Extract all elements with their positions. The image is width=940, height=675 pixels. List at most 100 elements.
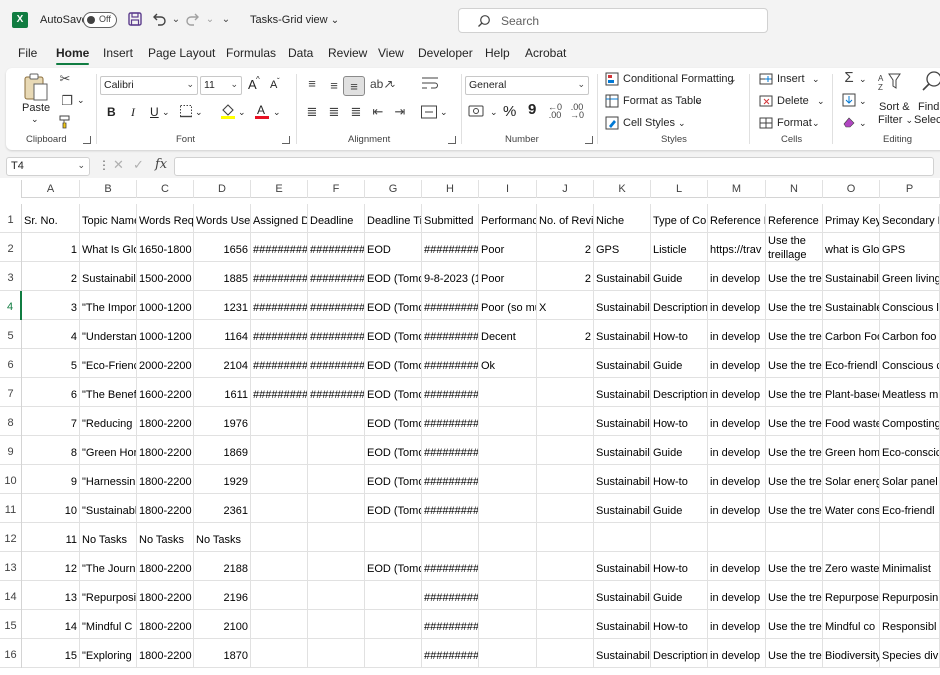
cell-p14[interactable]: Repurposin [880, 581, 940, 610]
cell-o9[interactable]: Green hom [823, 436, 880, 465]
align-middle-icon[interactable]: ≡ [326, 78, 342, 94]
cell-a6[interactable]: 5 [22, 349, 80, 378]
font-name-dropdown[interactable]: Calibri ⌄ [100, 76, 198, 95]
column-header-o[interactable]: O [823, 180, 880, 198]
cell-g2[interactable]: EOD [365, 233, 422, 262]
cell-c16[interactable]: 1800-2200 [137, 639, 194, 668]
autosum-chevron-icon[interactable]: ⌄ [859, 74, 867, 85]
cell-j15[interactable] [537, 610, 594, 639]
fill-chevron-icon[interactable]: ⌄ [238, 107, 246, 118]
customize-toolbar-icon[interactable]: ⌄ [217, 11, 235, 29]
cell-b8[interactable]: "Reducing [80, 407, 137, 436]
percent-style-button[interactable]: % [503, 103, 516, 120]
cell-a15[interactable]: 14 [22, 610, 80, 639]
cell-m12[interactable] [708, 523, 766, 552]
cell-e4[interactable]: ######### [251, 291, 308, 320]
merge-chevron-icon[interactable]: ⌄ [440, 107, 448, 118]
cell-a11[interactable]: 10 [22, 494, 80, 523]
cell-c4[interactable]: 1000-1200 [137, 291, 194, 320]
cell-g11[interactable]: EOD (Tomo [365, 494, 422, 523]
cell-e1[interactable]: Assigned D [251, 204, 308, 233]
cell-l7[interactable]: Description [651, 378, 708, 407]
insert-function-button[interactable]: fx [155, 157, 167, 172]
cell-h11[interactable]: ######### [422, 494, 479, 523]
cell-m10[interactable]: in develop [708, 465, 766, 494]
tab-formulas[interactable]: Formulas [226, 46, 276, 60]
cell-m3[interactable]: in develop [708, 262, 766, 291]
cell-j5[interactable]: 2 [537, 320, 594, 349]
cell-n7[interactable]: Use the tre [766, 378, 823, 407]
cell-o2[interactable]: what is Glonass [823, 233, 880, 262]
cell-o1[interactable]: Primay Key [823, 204, 880, 233]
cell-a16[interactable]: 15 [22, 639, 80, 668]
cell-c12[interactable]: No Tasks [137, 523, 194, 552]
cell-n16[interactable]: Use the tre [766, 639, 823, 668]
cell-p9[interactable]: Eco-conscic [880, 436, 940, 465]
conditional-formatting-button[interactable]: Conditional Formatting [623, 73, 734, 85]
accounting-format-icon[interactable] [468, 103, 488, 123]
font-size-dropdown[interactable]: 11 ⌄ [200, 76, 242, 95]
cell-p15[interactable]: Responsibl [880, 610, 940, 639]
cell-o10[interactable]: Solar energ [823, 465, 880, 494]
clear-chevron-icon[interactable]: ⌄ [859, 118, 867, 129]
conditional-chevron-icon[interactable]: ⌄ [729, 74, 737, 85]
cell-m1[interactable]: Reference L [708, 204, 766, 233]
copy-chevron-icon[interactable]: ⌄ [77, 95, 85, 106]
cell-h1[interactable]: Submitted [422, 204, 479, 233]
clipboard-launcher-icon[interactable] [83, 136, 91, 144]
cell-a8[interactable]: 7 [22, 407, 80, 436]
comma-style-button[interactable]: 9 [528, 101, 536, 118]
cell-f6[interactable]: ######### [308, 349, 365, 378]
cell-b4[interactable]: "The Impor [80, 291, 137, 320]
cell-j11[interactable] [537, 494, 594, 523]
cell-m16[interactable]: in develop [708, 639, 766, 668]
cell-b1[interactable]: Topic Name [80, 204, 137, 233]
cell-j4[interactable]: X [537, 291, 594, 320]
paste-button[interactable]: Paste [22, 102, 50, 114]
paste-icon[interactable] [20, 72, 52, 102]
cell-e7[interactable]: ######### [251, 378, 308, 407]
cell-o3[interactable]: Sustainabil [823, 262, 880, 291]
row-header-5[interactable]: 5 [0, 320, 22, 349]
cell-a7[interactable]: 6 [22, 378, 80, 407]
cell-f12[interactable] [308, 523, 365, 552]
sort-filter-icon[interactable]: AZ [878, 72, 902, 96]
row-header-16[interactable]: 16 [0, 639, 22, 668]
cell-i14[interactable] [479, 581, 537, 610]
cell-e6[interactable]: ######### [251, 349, 308, 378]
cell-b14[interactable]: "Repurposi [80, 581, 137, 610]
cell-e15[interactable] [251, 610, 308, 639]
cell-f10[interactable] [308, 465, 365, 494]
cell-m7[interactable]: in develop [708, 378, 766, 407]
row-header-10[interactable]: 10 [0, 465, 22, 494]
cell-c9[interactable]: 1800-2200 [137, 436, 194, 465]
cell-c8[interactable]: 1800-2200 [137, 407, 194, 436]
row-header-9[interactable]: 9 [0, 436, 22, 465]
cell-a5[interactable]: 4 [22, 320, 80, 349]
cell-m13[interactable]: in develop [708, 552, 766, 581]
cell-p2[interactable]: GPS [880, 233, 940, 262]
cell-l8[interactable]: How-to [651, 407, 708, 436]
cell-p4[interactable]: Conscious l [880, 291, 940, 320]
cell-o5[interactable]: Carbon Foo [823, 320, 880, 349]
cell-f1[interactable]: Deadline [308, 204, 365, 233]
italic-button[interactable]: I [131, 105, 135, 120]
cell-g14[interactable] [365, 581, 422, 610]
borders-chevron-icon[interactable]: ⌄ [195, 107, 203, 118]
cell-b9[interactable]: "Green Hor [80, 436, 137, 465]
cell-f3[interactable]: ######### [308, 262, 365, 291]
tab-view[interactable]: View [378, 46, 404, 60]
cell-e11[interactable] [251, 494, 308, 523]
cell-k7[interactable]: Sustainabil [594, 378, 651, 407]
insert-cells-button[interactable]: Insert [777, 73, 805, 85]
cell-m14[interactable]: in develop [708, 581, 766, 610]
cell-h5[interactable]: ######### [422, 320, 479, 349]
cell-b6[interactable]: "Eco-Frienc [80, 349, 137, 378]
cell-f2[interactable]: ######### [308, 233, 365, 262]
cell-j6[interactable] [537, 349, 594, 378]
cell-i1[interactable]: Performance [479, 204, 537, 233]
cell-d11[interactable]: 2361 [194, 494, 251, 523]
copy-icon[interactable]: ❐ [58, 93, 76, 109]
cell-p11[interactable]: Eco-friendl [880, 494, 940, 523]
cell-d8[interactable]: 1976 [194, 407, 251, 436]
